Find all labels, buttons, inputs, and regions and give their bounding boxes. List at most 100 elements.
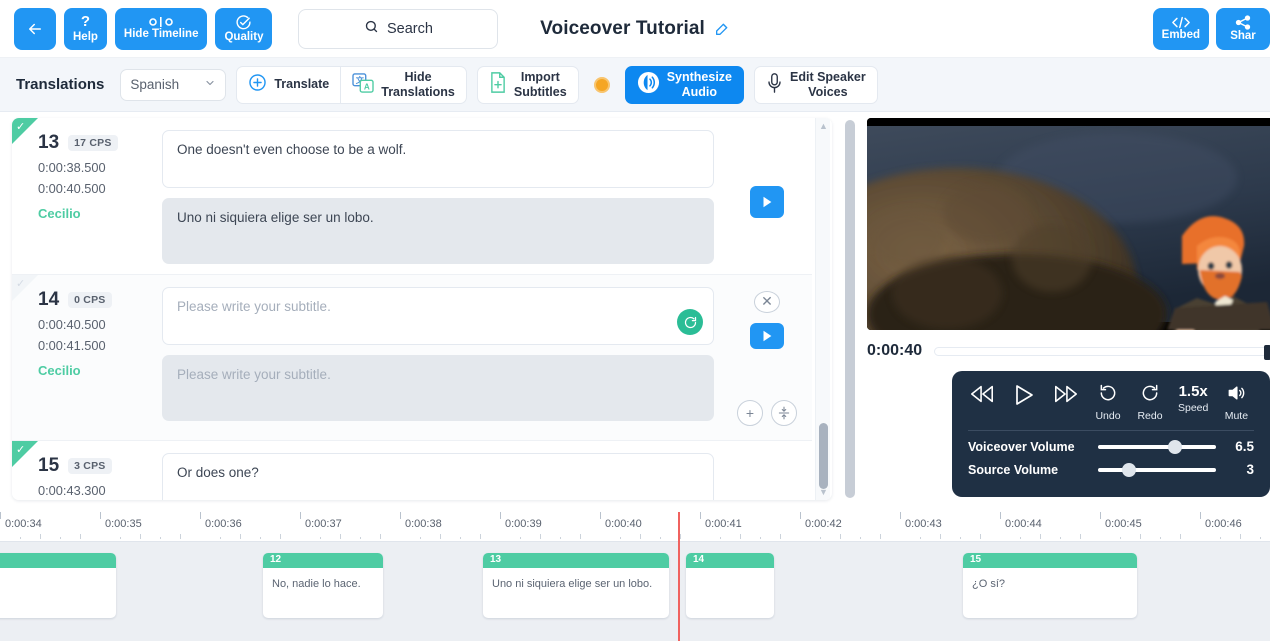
translated-subtitle-input[interactable]: Please write your subtitle.: [162, 355, 714, 421]
play-button[interactable]: [1010, 383, 1038, 412]
edit-speaker-voices-button[interactable]: Edit Speaker Voices: [754, 65, 878, 104]
translate-button[interactable]: Translate: [236, 65, 342, 104]
subtitle-list-scrollbar[interactable]: ▲ ▼: [815, 118, 830, 500]
timeline-subtick: [240, 534, 241, 539]
tick-mark: [800, 512, 801, 519]
timeline-subtick: [1220, 537, 1221, 539]
page-scrollbar[interactable]: [845, 120, 855, 498]
scroll-up-icon[interactable]: ▲: [819, 121, 828, 131]
timeline-playhead[interactable]: [678, 512, 680, 641]
timeline-track[interactable]: lo? 12 No, nadie lo hace. 13 Uno ni siquiera…: [0, 542, 1270, 641]
synthesize-audio-button[interactable]: Synthesize Audio: [624, 65, 744, 104]
voiceover-volume-knob[interactable]: [1167, 439, 1182, 454]
source-volume-slider[interactable]: [1098, 462, 1216, 477]
timeline-subtick: [1020, 537, 1021, 539]
subtitle-row-meta: 13 17 CPS 0:00:38.500 0:00:40.500 Cecili…: [12, 130, 162, 260]
translate-button-label: Translate: [274, 77, 330, 92]
tick-label: 0:00:39: [505, 518, 542, 530]
fast-forward-icon: [1053, 383, 1079, 410]
subtitle-row-texts: Or does one?: [162, 453, 722, 500]
speaker-name: Cecilio: [38, 206, 81, 221]
timeline-subtick: [140, 534, 141, 539]
quality-button[interactable]: Quality: [215, 7, 273, 50]
timeline-icon: [149, 16, 174, 28]
embed-button-label: Embed: [1161, 28, 1200, 41]
source-volume-knob[interactable]: [1121, 462, 1136, 477]
timeline-subtick: [540, 534, 541, 539]
timeline-subtick: [280, 534, 281, 539]
speed-button[interactable]: 1.5x Speed: [1178, 383, 1208, 414]
subtitle-row-13[interactable]: ✓ 13 17 CPS 0:00:38.500 0:00:40.500 Ceci…: [12, 118, 812, 275]
voiceover-volume-slider[interactable]: [1098, 439, 1216, 454]
hide-translations-button[interactable]: 文A Hide Translations: [341, 65, 467, 104]
back-button[interactable]: [14, 7, 56, 50]
source-subtitle-placeholder: Please write your subtitle.: [177, 299, 331, 314]
source-subtitle-input[interactable]: Please write your subtitle.: [162, 287, 714, 345]
tick-label: 0:00:37: [305, 518, 342, 530]
close-circle-icon[interactable]: ✕: [754, 291, 780, 313]
import-subtitles-label-line1: Import: [520, 70, 560, 85]
row-insert-actions: +: [737, 400, 797, 426]
edit-speaker-voices-label-line2: Voices: [808, 84, 848, 99]
timeline-clip-index: 12: [263, 553, 383, 568]
scroll-down-icon[interactable]: ▼: [819, 487, 828, 497]
approved-check-icon: ✓: [16, 121, 26, 133]
rewind-icon: [969, 383, 995, 410]
timeline-subtick: [260, 537, 261, 539]
timeline-clip[interactable]: 14: [686, 553, 774, 618]
merge-arrows-icon[interactable]: [771, 400, 797, 426]
voiceover-volume-label: Voiceover Volume: [968, 439, 1075, 454]
source-subtitle-input[interactable]: One doesn't even choose to be a wolf.: [162, 130, 714, 188]
subtitle-row-15[interactable]: ✓ 15 3 CPS 0:00:43.300 Or does one?: [12, 441, 812, 500]
timeline-clip-text: lo?: [0, 568, 116, 593]
tick-mark: [1200, 512, 1201, 519]
redo-button[interactable]: Redo: [1136, 383, 1164, 422]
video-preview[interactable]: [867, 118, 1270, 330]
fast-forward-button[interactable]: [1052, 383, 1080, 410]
video-progress-bar-row: 0:00:40: [867, 336, 1270, 366]
timeline-subtick: [580, 534, 581, 539]
timeline-ruler[interactable]: 0:00:34 0:00:35 0:00:36 0:00:37 0:00:38 0:00:…: [0, 512, 1270, 542]
regenerate-icon[interactable]: [677, 309, 703, 335]
tick-mark: [600, 512, 601, 519]
timeline-subtick: [820, 537, 821, 539]
help-button[interactable]: ? Help: [64, 7, 107, 50]
timeline-subtick: [880, 534, 881, 539]
timeline-subtick: [920, 537, 921, 539]
scrollbar-thumb[interactable]: [819, 423, 828, 489]
tick-mark: [500, 512, 501, 519]
timeline-clip[interactable]: 15 ¿O sí?: [963, 553, 1137, 618]
video-progress-knob[interactable]: [1264, 344, 1270, 360]
play-row-button[interactable]: [750, 186, 784, 218]
undo-button[interactable]: Undo: [1094, 383, 1122, 422]
play-row-button[interactable]: [750, 322, 784, 349]
tick-mark: [700, 512, 701, 519]
search-button[interactable]: Search: [298, 8, 499, 49]
hide-timeline-button-label: Hide Timeline: [123, 28, 199, 41]
timeline-clip[interactable]: lo?: [0, 553, 116, 618]
timeline-subtick: [1260, 537, 1261, 539]
pencil-edit-icon[interactable]: [714, 21, 730, 37]
subtitle-row-14[interactable]: ✓ 14 0 CPS 0:00:40.500 0:00:41.500 Cecil…: [12, 275, 812, 441]
hide-timeline-button[interactable]: Hide Timeline: [114, 7, 208, 50]
timeline-clip[interactable]: 13 Uno ni siquiera elige ser un lobo.: [483, 553, 669, 618]
language-select[interactable]: Spanish: [120, 68, 227, 101]
translated-subtitle-input[interactable]: Uno ni siquiera elige ser un lobo.: [162, 198, 714, 264]
timeline-clip[interactable]: 12 No, nadie lo hace.: [263, 553, 383, 618]
help-button-label: Help: [73, 30, 98, 43]
source-subtitle-input[interactable]: Or does one?: [162, 453, 714, 500]
video-progress-slider[interactable]: [934, 344, 1270, 360]
import-subtitles-button[interactable]: Import Subtitles: [476, 65, 579, 104]
audio-wave-icon: [637, 71, 660, 97]
tick-label: 0:00:45: [1105, 518, 1142, 530]
timeline-subtick: [1080, 534, 1081, 539]
timeline-subtick: [120, 537, 121, 539]
control-divider: [968, 430, 1254, 431]
rewind-button[interactable]: [968, 383, 996, 410]
timeline-subtick: [440, 534, 441, 539]
add-subtitle-icon[interactable]: +: [737, 400, 763, 426]
mute-button[interactable]: Mute: [1222, 383, 1250, 422]
embed-button[interactable]: Embed: [1152, 7, 1209, 50]
subtitle-row-actions: [722, 130, 812, 260]
share-button[interactable]: Shar: [1216, 7, 1270, 50]
